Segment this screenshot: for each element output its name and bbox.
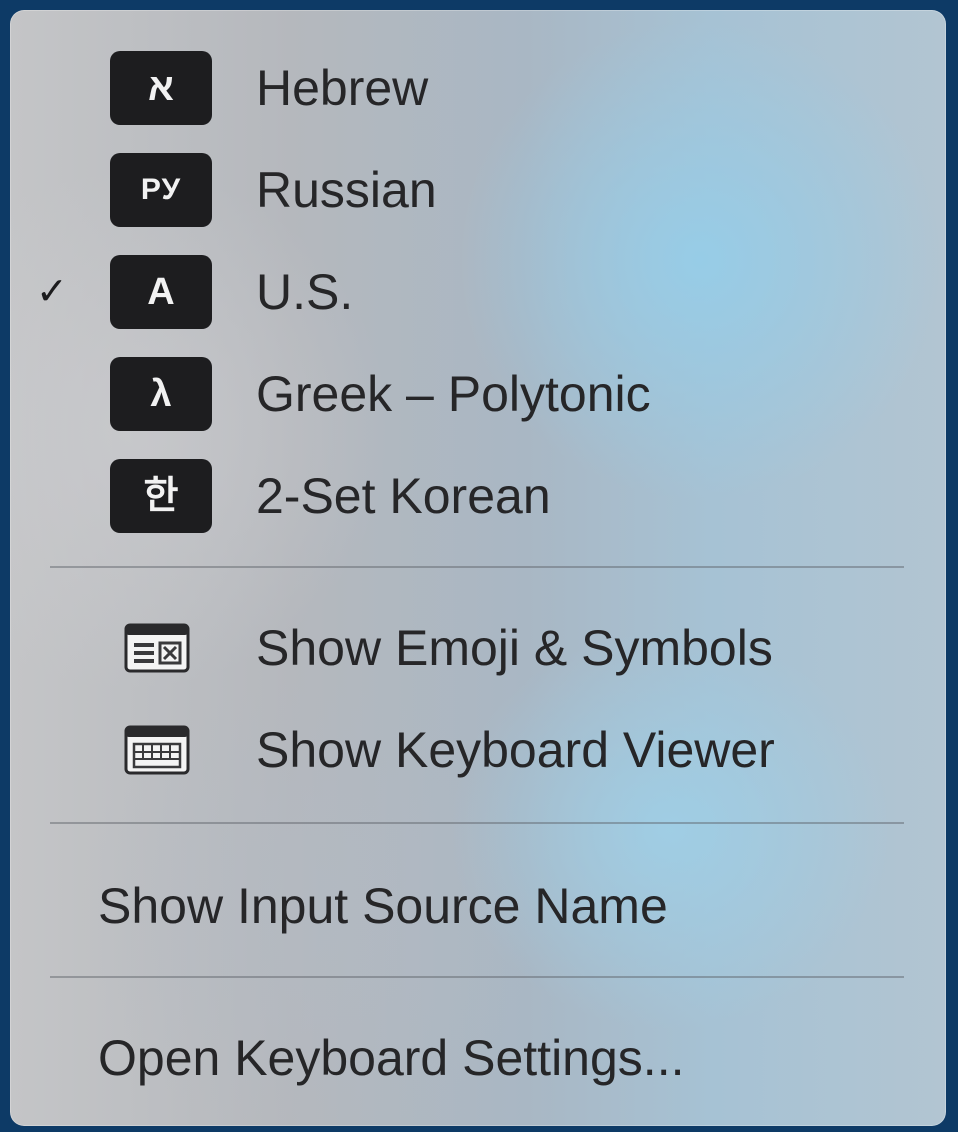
emoji-symbols-window-icon (124, 623, 190, 673)
menu-item-label: Greek – Polytonic (256, 366, 651, 422)
menu-item-open-keyboard-settings[interactable]: Open Keyboard Settings... (10, 1008, 946, 1108)
menu-item-russian[interactable]: РУ Russian (10, 140, 946, 240)
menu-item-show-emoji-symbols[interactable]: Show Emoji & Symbols (10, 598, 946, 698)
russian-ru-icon: РУ (110, 153, 212, 227)
korean-han-icon: 한 (110, 459, 212, 533)
menu-item-label: Russian (256, 162, 437, 218)
menu-item-label: 2-Set Korean (256, 468, 551, 524)
menu-item-show-input-source-name[interactable]: Show Input Source Name (10, 856, 946, 956)
menu-item-show-keyboard-viewer[interactable]: Show Keyboard Viewer (10, 700, 946, 800)
keyboard-viewer-window-icon (124, 725, 190, 775)
menu-item-label: Show Emoji & Symbols (256, 620, 773, 676)
menu-separator (50, 566, 904, 568)
menu-item-us[interactable]: ✓ A U.S. (10, 242, 946, 342)
hebrew-alef-icon: א (110, 51, 212, 125)
input-source-menu: א Hebrew РУ Russian ✓ A U.S. λ Greek – P… (10, 10, 946, 1126)
menu-item-2-set-korean[interactable]: 한 2-Set Korean (10, 446, 946, 546)
us-a-icon: A (110, 255, 212, 329)
menu-separator (50, 822, 904, 824)
greek-lambda-icon: λ (110, 357, 212, 431)
menu-item-label: U.S. (256, 264, 354, 320)
menu-item-label: Show Keyboard Viewer (256, 722, 775, 778)
menu-item-label: Hebrew (256, 60, 429, 116)
checkmark-icon: ✓ (36, 271, 68, 313)
menu-item-label: Open Keyboard Settings... (98, 1030, 685, 1086)
menu-item-label: Show Input Source Name (98, 878, 668, 934)
menu-item-greek-polytonic[interactable]: λ Greek – Polytonic (10, 344, 946, 444)
menu-item-hebrew[interactable]: א Hebrew (10, 38, 946, 138)
menu-separator (50, 976, 904, 978)
